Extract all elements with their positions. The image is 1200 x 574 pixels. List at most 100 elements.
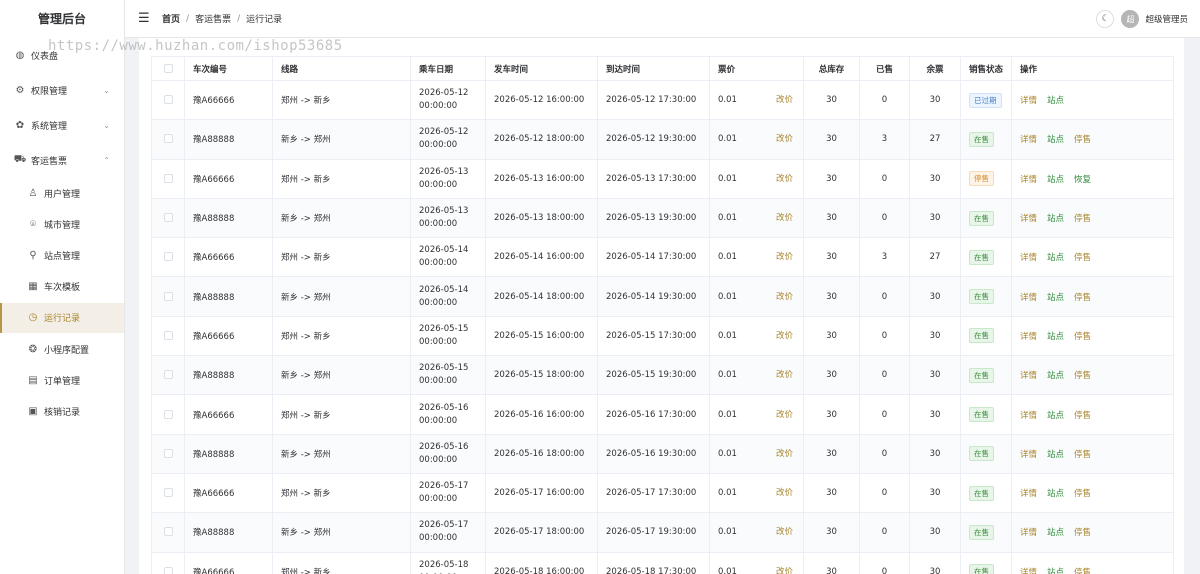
row-checkbox[interactable] [163,213,173,223]
station-link[interactable]: 站点 [1047,94,1064,106]
ride-date-time: 00:00:00 [419,376,458,387]
stop-link[interactable]: 停售 [1074,526,1091,538]
sidebar-item-2[interactable]: ⚙ 权限管理 ⌄ [0,75,124,105]
row-checkbox[interactable] [163,173,173,183]
row-checkbox[interactable] [163,95,173,105]
ride-date-time: 00:00:00 [419,219,458,230]
stop-link[interactable]: 停售 [1074,487,1091,499]
route: 新乡 -> 郑州 [272,119,411,160]
sidebar-subitem-1[interactable]: ♙ 用户管理 [0,178,124,208]
avatar[interactable]: 超 [1121,10,1140,28]
detail-link[interactable]: 详情 [1020,212,1037,224]
resume-link[interactable]: 恢复 [1074,173,1091,185]
stop-link[interactable]: 停售 [1074,330,1091,342]
station-link[interactable]: 站点 [1047,369,1064,381]
edit-price-link[interactable]: 改价 [776,368,793,380]
ride-date-time: 00:00:00 [419,179,458,190]
sidebar-item-3[interactable]: ✿ 系统管理 ⌄ [0,110,124,140]
arrive-time: 2026-05-14 19:30:00 [597,276,710,317]
row-checkbox[interactable] [163,409,173,419]
station-link[interactable]: 站点 [1047,487,1064,499]
detail-link[interactable]: 详情 [1020,409,1037,421]
stop-link[interactable]: 停售 [1074,133,1091,145]
row-checkbox[interactable] [163,330,173,340]
edit-price-link[interactable]: 改价 [776,93,793,105]
table-row: 豫A88888 新乡 -> 郑州 2026-05-16 00:00:00 2026… [151,433,1175,474]
detail-link[interactable]: 详情 [1020,94,1037,106]
station-link[interactable]: 站点 [1047,173,1064,185]
edit-price-link[interactable]: 改价 [776,250,793,262]
detail-link[interactable]: 详情 [1020,330,1037,342]
detail-link[interactable]: 详情 [1020,251,1037,263]
price-cell: 0.01 改价 [709,158,804,199]
station-link[interactable]: 站点 [1047,526,1064,538]
stop-link[interactable]: 停售 [1074,409,1091,421]
sidebar-subitem-3[interactable]: ⚲ 站点管理 [0,240,124,270]
station-link[interactable]: 站点 [1047,448,1064,460]
sidebar-subitem-7[interactable]: ▤ 订单管理 [0,365,124,395]
stop-link[interactable]: 停售 [1074,212,1091,224]
edit-price-link[interactable]: 改价 [776,172,793,184]
route: 郑州 -> 新乡 [272,158,411,199]
sidebar-item-4[interactable]: ⛟ 客运售票 ⌃ [0,145,124,175]
detail-link[interactable]: 详情 [1020,133,1037,145]
row-checkbox-cell [151,315,185,357]
stop-link[interactable]: 停售 [1074,251,1091,263]
row-checkbox[interactable] [163,291,173,301]
edit-price-link[interactable]: 改价 [776,565,793,574]
station-link[interactable]: 站点 [1047,409,1064,421]
stop-link[interactable]: 停售 [1074,369,1091,381]
stop-link[interactable]: 停售 [1074,448,1091,460]
sidebar-subitem-5[interactable]: ◷ 运行记录 [0,302,124,333]
operation-links: 详情 站点 恢复 [1020,173,1165,185]
detail-link[interactable]: 详情 [1020,291,1037,303]
detail-link[interactable]: 详情 [1020,173,1037,185]
stop-link[interactable]: 停售 [1074,566,1091,574]
detail-link[interactable]: 详情 [1020,526,1037,538]
edit-price-link[interactable]: 改价 [776,289,793,301]
detail-link[interactable]: 详情 [1020,487,1037,499]
station-link[interactable]: 站点 [1047,291,1064,303]
edit-price-link[interactable]: 改价 [776,447,793,459]
detail-link[interactable]: 详情 [1020,448,1037,460]
edit-price-link[interactable]: 改价 [776,132,793,144]
station-link[interactable]: 站点 [1047,251,1064,263]
sidebar-subitem-6[interactable]: ❂ 小程序配置 [0,334,124,364]
sidebar-subitem-2[interactable]: ⌾ 城市管理 [0,209,124,239]
sidebar-subitem-8[interactable]: ▣ 核销记录 [0,396,124,426]
station-link[interactable]: 站点 [1047,212,1064,224]
row-checkbox[interactable] [163,134,173,144]
select-all-checkbox[interactable] [163,63,173,73]
detail-link[interactable]: 详情 [1020,369,1037,381]
row-checkbox[interactable] [163,252,173,262]
edit-price-link[interactable]: 改价 [776,525,793,537]
sold-count: 0 [859,433,910,474]
breadcrumb-home[interactable]: 首页 [162,12,180,25]
row-checkbox[interactable] [163,448,173,458]
row-checkbox[interactable] [163,566,173,574]
stop-link[interactable]: 停售 [1074,291,1091,303]
sale-status-cell: 在售 [959,355,1013,396]
sidebar-subitem-4[interactable]: ▦ 车次模板 [0,272,124,302]
train-number: 豫A66666 [184,315,273,357]
edit-price-link[interactable]: 改价 [776,211,793,223]
breadcrumb-ticketing[interactable]: 客运售票 [195,12,231,25]
ride-date-time: 00:00:00 [419,415,458,426]
station-link[interactable]: 站点 [1047,566,1064,574]
username[interactable]: 超级管理员 [1145,13,1188,25]
edit-price-link[interactable]: 改价 [776,486,793,498]
sold-count: 0 [859,197,910,239]
station-link[interactable]: 站点 [1047,330,1064,342]
edit-price-link[interactable]: 改价 [776,407,793,419]
row-checkbox[interactable] [163,370,173,380]
row-checkbox[interactable] [163,488,173,498]
ride-date-day: 2026-05-13 [419,166,469,177]
edit-price-link[interactable]: 改价 [776,329,793,341]
station-link[interactable]: 站点 [1047,133,1064,145]
column-header: 销售状态 [959,56,1013,81]
row-checkbox[interactable] [163,527,173,537]
moon-icon[interactable]: ☾ [1096,10,1115,28]
operation-links: 详情 站点 停售 [1020,448,1165,460]
menu-toggle-icon[interactable]: ☰ [138,11,152,26]
detail-link[interactable]: 详情 [1020,566,1037,574]
